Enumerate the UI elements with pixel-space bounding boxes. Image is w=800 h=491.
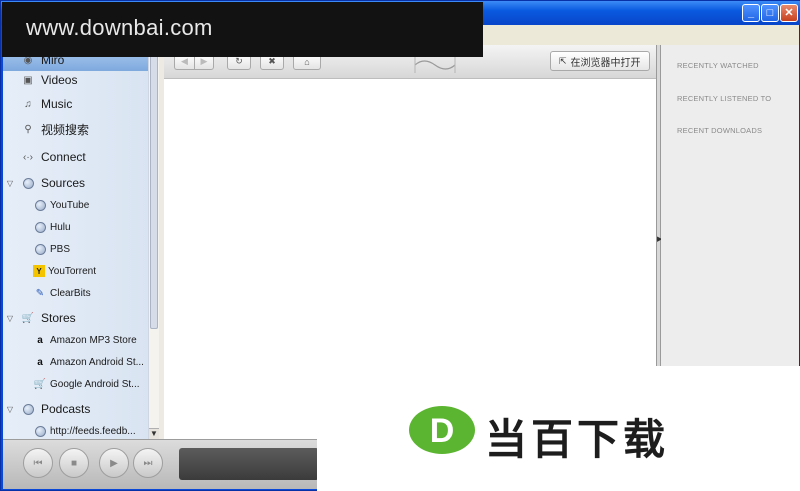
recently-watched-heading: RECENTLY WATCHED xyxy=(677,61,759,70)
sidebar-item-label: Amazon MP3 Store xyxy=(50,334,137,346)
globe-icon xyxy=(33,220,47,234)
globe-icon xyxy=(33,198,47,212)
sidebar: ◉ Miro ▣ Videos ♫ Music ⚲ 视频搜索 ‹·› Conne… xyxy=(3,45,148,439)
sidebar-item-stores[interactable]: ▽ 🛒 Stores xyxy=(3,307,148,329)
sidebar-item-hulu[interactable]: Hulu xyxy=(3,216,148,238)
sidebar-item-video-search[interactable]: ⚲ 视频搜索 xyxy=(3,118,148,140)
youtorrent-icon: Y xyxy=(33,265,45,277)
globe-icon xyxy=(21,402,35,416)
close-button[interactable]: ✕ xyxy=(780,4,798,22)
search-icon: ⚲ xyxy=(24,123,32,135)
recent-downloads-heading: RECENT DOWNLOADS xyxy=(677,126,763,135)
connect-icon: ‹·› xyxy=(23,151,33,163)
cart-icon: 🛒 xyxy=(21,312,35,324)
recently-listened-heading: RECENTLY LISTENED TO xyxy=(677,94,772,103)
sidebar-scrollbar[interactable]: ▼ xyxy=(148,45,159,439)
music-icon: ♫ xyxy=(24,98,32,110)
scrollbar-thumb[interactable] xyxy=(150,49,158,329)
stop-playback-button[interactable]: ■ xyxy=(59,448,89,478)
maximize-button[interactable]: □ xyxy=(761,4,779,22)
sidebar-item-label: Videos xyxy=(41,73,78,87)
collapse-triangle-icon[interactable]: ▽ xyxy=(3,405,17,414)
sidebar-item-label: YouTube xyxy=(50,199,90,211)
sidebar-item-youtorrent[interactable]: Y YouTorrent xyxy=(3,260,148,282)
minimize-button[interactable]: _ xyxy=(742,4,760,22)
sidebar-item-label: Amazon Android St... xyxy=(50,356,144,368)
sidebar-item-label: http://feeds.feedb... xyxy=(50,425,136,437)
sidebar-item-sources[interactable]: ▽ Sources xyxy=(3,172,148,194)
sidebar-item-music[interactable]: ♫ Music xyxy=(3,93,148,115)
collapse-triangle-icon[interactable]: ▽ xyxy=(3,179,17,188)
videos-icon: ▣ xyxy=(23,74,33,86)
now-playing-display xyxy=(179,448,319,480)
logo-letter: D xyxy=(430,412,455,450)
sidebar-item-label: 视频搜索 xyxy=(41,122,90,137)
watermark-logo-area: D 当百下载 xyxy=(317,366,800,491)
cart-icon: 🛒 xyxy=(33,378,47,390)
sidebar-item-label: PBS xyxy=(50,243,71,255)
open-in-browser-button[interactable]: ⇱ 在浏览器中打开 xyxy=(550,51,650,71)
next-button[interactable]: ⏭ xyxy=(133,448,163,478)
globe-icon xyxy=(33,424,47,438)
sidebar-item-clearbits[interactable]: ✎ ClearBits xyxy=(3,282,148,304)
open-in-browser-label: 在浏览器中打开 xyxy=(570,57,641,69)
sidebar-item-connect[interactable]: ‹·› Connect xyxy=(3,146,148,168)
scroll-down-icon[interactable]: ▼ xyxy=(149,428,159,439)
sidebar-item-label: ClearBits xyxy=(50,287,91,299)
downbai-logo-icon: D xyxy=(409,406,475,454)
sidebar-item-pbs[interactable]: PBS xyxy=(3,238,148,260)
collapse-triangle-icon[interactable]: ▽ xyxy=(3,314,17,323)
watermark-banner: www.downbai.com xyxy=(2,2,483,57)
globe-icon xyxy=(21,176,35,190)
sidebar-item-videos[interactable]: ▣ Videos xyxy=(3,69,148,91)
sidebar-item-google-android[interactable]: 🛒 Google Android St... xyxy=(3,373,148,395)
sidebar-item-label: Google Android St... xyxy=(50,378,140,390)
sidebar-item-label: Sources xyxy=(41,176,86,190)
previous-button[interactable]: ⏮ xyxy=(23,448,53,478)
globe-icon xyxy=(33,242,47,256)
sidebar-item-amazon-mp3[interactable]: a Amazon MP3 Store xyxy=(3,329,148,351)
sidebar-item-label: Connect xyxy=(41,150,86,164)
amazon-icon: a xyxy=(37,356,43,368)
sidebar-item-label: Stores xyxy=(41,311,76,325)
watermark-url: www.downbai.com xyxy=(26,15,213,40)
clearbits-icon: ✎ xyxy=(35,287,45,299)
watermark-brand-text: 当百下载 xyxy=(485,416,670,463)
amazon-icon: a xyxy=(37,334,43,346)
sidebar-item-feed[interactable]: http://feeds.feedb... xyxy=(3,420,148,439)
right-panel: RECENTLY WATCHED RECENTLY LISTENED TO RE… xyxy=(661,45,799,367)
external-link-icon: ⇱ xyxy=(559,55,567,66)
sidebar-item-label: YouTorrent xyxy=(48,265,96,277)
sidebar-item-podcasts[interactable]: ▽ Podcasts xyxy=(3,398,148,420)
play-button[interactable]: ▶ xyxy=(99,448,129,478)
sidebar-item-label: Music xyxy=(41,97,73,111)
sidebar-item-label: Podcasts xyxy=(41,402,91,416)
sidebar-item-amazon-android[interactable]: a Amazon Android St... xyxy=(3,351,148,373)
sidebar-item-youtube[interactable]: YouTube xyxy=(3,194,148,216)
sidebar-item-label: Hulu xyxy=(50,221,71,233)
